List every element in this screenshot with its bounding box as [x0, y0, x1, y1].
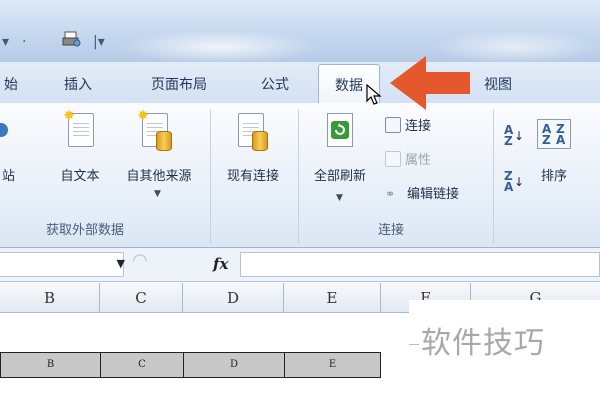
quick-access-dropdown-icon[interactable]: ▾	[2, 34, 9, 50]
sort-dialog-icon: AZ ZA	[537, 119, 571, 149]
properties-icon	[385, 151, 401, 167]
name-box[interactable]: ▼	[0, 252, 125, 277]
column-header-d[interactable]: D	[183, 283, 284, 313]
tab-page-layout[interactable]: 页面布局	[151, 74, 207, 94]
from-text-label: 自文本	[60, 169, 100, 184]
ribbon-tabs: 始 插入 页面布局 公式 数据 视图	[0, 62, 600, 105]
edit-links-button[interactable]: ⚭ 编辑链接	[385, 183, 459, 202]
mouse-pointer-icon	[366, 84, 382, 105]
from-other-sources-button[interactable]: ✸ 自其他来源 ▼	[114, 109, 204, 199]
tab-home[interactable]: 始	[4, 74, 18, 94]
existing-connections-label: 现有连接	[226, 169, 279, 184]
globe-icon	[0, 123, 8, 137]
from-other-sources-label: 自其他来源	[126, 169, 192, 184]
chevron-down-icon: ▼	[154, 189, 161, 199]
new-star-icon: ✸	[63, 108, 75, 124]
from-text-button[interactable]: ✸ 自文本	[52, 109, 108, 189]
from-web-button[interactable]: 站	[0, 109, 48, 189]
formula-input[interactable]	[240, 252, 600, 277]
group-label-get-external-data: 获取外部数据	[46, 223, 125, 238]
printed-header-cell: D	[183, 352, 285, 378]
new-star-icon: ✸	[137, 108, 149, 124]
printed-header-cell: E	[284, 352, 381, 378]
edit-links-label: 编辑链接	[407, 187, 460, 202]
column-header-e[interactable]: E	[284, 283, 381, 313]
connections-button[interactable]: 连接	[385, 115, 431, 134]
customize-quick-access-icon[interactable]: |▾	[93, 34, 105, 50]
watermark-dash	[409, 344, 419, 345]
title-bar: ▾ · |▾	[0, 0, 600, 64]
connections-label: 连接	[405, 119, 432, 134]
print-preview-icon[interactable]	[62, 30, 82, 52]
column-header-b[interactable]: B	[0, 283, 100, 313]
ribbon-panel: 站 ✸ 自文本 ✸ 自其他来源 ▼ 现有连接 获取外部数据 全部刷新 ▼ 连接 …	[0, 103, 600, 248]
quick-access-separator: ·	[22, 34, 27, 50]
tab-insert[interactable]: 插入	[64, 74, 92, 94]
refresh-all-label: 全部刷新	[313, 169, 366, 184]
refresh-all-button[interactable]: 全部刷新 ▼	[303, 109, 377, 209]
group-label-connections: 连接	[378, 223, 405, 238]
group-divider	[298, 109, 299, 244]
chevron-down-icon: ▼	[336, 193, 343, 203]
refresh-all-icon	[327, 113, 353, 147]
tab-view[interactable]: 视图	[484, 74, 512, 94]
existing-connections-button[interactable]: 现有连接	[214, 109, 292, 189]
connections-icon	[385, 117, 401, 133]
insert-function-button[interactable]: fx	[213, 255, 228, 273]
arrow-down-icon: ↓	[514, 129, 525, 143]
arrow-down-icon: ↓	[514, 175, 525, 189]
chevron-down-icon[interactable]: ▼	[117, 257, 125, 270]
sort-az-icon: AZ	[504, 123, 514, 148]
sort-label[interactable]: 排序	[541, 165, 567, 184]
column-header-c[interactable]: C	[100, 283, 183, 313]
printed-header-cell: C	[100, 352, 184, 378]
cancel-entry-icon[interactable]: ◠	[132, 250, 148, 271]
database-icon	[156, 131, 172, 151]
group-divider	[210, 109, 211, 244]
tab-formulas[interactable]: 公式	[261, 74, 289, 94]
formula-bar: ▼ ◠ fx	[0, 248, 600, 282]
watermark: 软件技巧	[409, 300, 600, 376]
database-icon	[252, 131, 268, 151]
properties-button[interactable]: 属性	[385, 149, 431, 168]
title-glow	[120, 30, 320, 64]
group-divider	[493, 109, 494, 244]
printed-header-cell: B	[0, 352, 101, 378]
watermark-text: 软件技巧	[421, 326, 545, 361]
properties-label: 属性	[405, 153, 432, 168]
sort-za-icon: ZA	[504, 169, 514, 194]
link-icon: ⚭	[385, 187, 396, 201]
annotation-arrow-icon	[390, 56, 470, 110]
from-web-label: 站	[2, 169, 16, 184]
